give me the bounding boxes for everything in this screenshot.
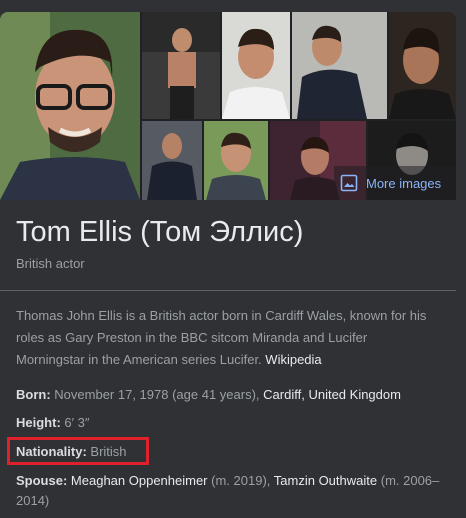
more-images-label: More images — [366, 175, 442, 191]
knowledge-panel: More images Tom Ellis (Том Эллис) Britis… — [0, 0, 466, 518]
highlight-box — [7, 437, 149, 465]
spouse-link-1[interactable]: Meaghan Oppenheimer — [71, 473, 208, 488]
spouse-link-2[interactable]: Tamzin Outhwaite — [274, 473, 377, 488]
gallery-photo-3[interactable] — [292, 12, 387, 119]
gallery-photo-6[interactable] — [204, 121, 268, 200]
main-photo[interactable] — [0, 12, 140, 200]
more-images-button[interactable]: More images — [334, 166, 456, 200]
fact-label: Spouse: — [16, 473, 68, 488]
gallery-photo-1[interactable] — [142, 12, 220, 119]
entity-subtitle: British actor — [16, 256, 85, 271]
description-text: Thomas John Ellis is a British actor bor… — [16, 308, 427, 367]
fact-value: 6′ 3″ — [64, 415, 90, 430]
divider — [0, 290, 456, 291]
fact-born: Born: November 17, 1978 (age 41 years), … — [16, 385, 446, 405]
fact-spouse: Spouse: Meaghan Oppenheimer (m. 2019), T… — [16, 471, 446, 511]
wikipedia-link[interactable]: Wikipedia — [265, 352, 321, 367]
gallery-photo-4[interactable] — [389, 12, 456, 119]
fact-value: November 17, 1978 (age 41 years), — [54, 387, 260, 402]
gallery-photo-5[interactable] — [142, 121, 202, 200]
image-icon — [340, 174, 358, 192]
fact-value: (m. 2019), — [211, 473, 271, 488]
gallery-photo-2[interactable] — [222, 12, 290, 119]
fact-label: Height: — [16, 415, 61, 430]
image-gallery: More images — [0, 12, 456, 200]
fact-height: Height: 6′ 3″ — [16, 413, 446, 433]
entity-title: Tom Ellis (Том Эллис) — [16, 216, 304, 248]
cardiff-link[interactable]: Cardiff, — [263, 387, 305, 402]
fact-label: Born: — [16, 387, 51, 402]
united-kingdom-link[interactable]: United Kingdom — [308, 387, 401, 402]
description: Thomas John Ellis is a British actor bor… — [16, 305, 436, 371]
